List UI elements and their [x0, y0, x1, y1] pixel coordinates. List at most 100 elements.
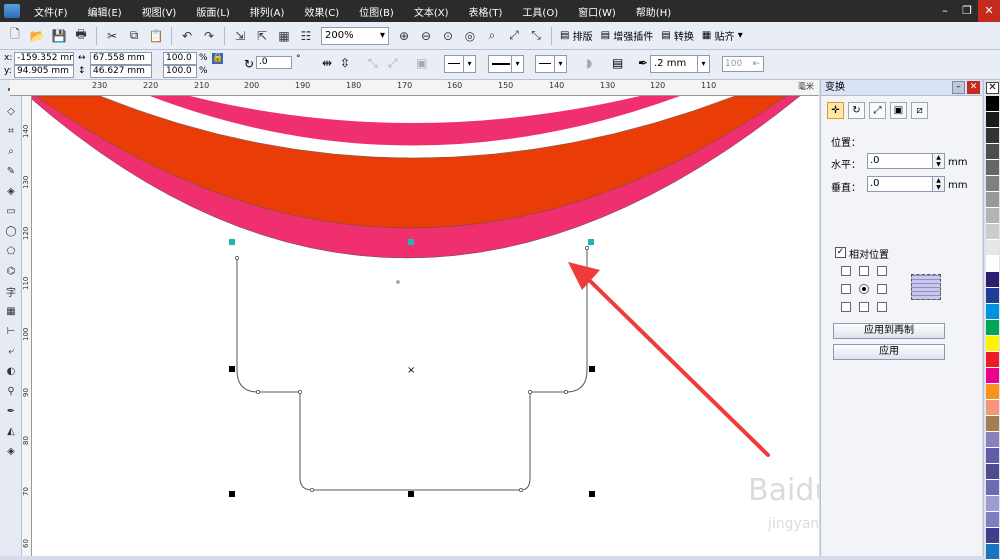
zoom-height-icon[interactable]: ⤡ [527, 27, 545, 45]
path-node[interactable] [528, 390, 532, 394]
color-swatch[interactable] [986, 192, 999, 208]
menu-file[interactable]: 文件(F) [24, 4, 78, 19]
color-swatch[interactable] [986, 160, 999, 176]
selection-handle[interactable] [589, 491, 595, 497]
zoom-page-icon[interactable]: ⌕ [483, 27, 501, 45]
anchor-cell[interactable] [841, 302, 851, 312]
anchor-cell[interactable] [841, 284, 851, 294]
basic-shapes-icon[interactable]: ⌬ [2, 262, 20, 280]
crop-tool-icon[interactable]: ⌗ [2, 122, 20, 140]
zoom-out-icon[interactable]: ⊖ [417, 27, 435, 45]
plugin-button[interactable]: ▤ 增强插件 [601, 28, 654, 43]
menu-view[interactable]: 视图(V) [132, 4, 187, 19]
control-handle[interactable] [588, 239, 594, 245]
minimize-docker-icon[interactable]: – [952, 81, 965, 94]
color-swatch[interactable] [986, 496, 999, 512]
wrap-text-icon[interactable]: ▤ [612, 56, 623, 70]
text-tool-icon[interactable]: 字 [2, 282, 20, 300]
arrange-button[interactable]: ▤ 排版 [560, 28, 593, 43]
mirror-vertical-icon[interactable]: ⇳ [340, 56, 350, 70]
zoom-tool-icon[interactable]: ⌕ [2, 142, 20, 160]
color-swatch[interactable] [986, 336, 999, 352]
line-start-select[interactable]: ▾ [444, 55, 476, 73]
y-position-field[interactable]: 94.905 mm [14, 65, 74, 78]
color-swatch[interactable] [986, 288, 999, 304]
color-swatch[interactable] [986, 512, 999, 528]
line-end-select[interactable]: ▾ [535, 55, 567, 73]
open-icon[interactable]: 📂 [28, 27, 46, 45]
app-launcher-icon[interactable]: ▦ [275, 27, 293, 45]
outline-tool-icon[interactable]: ✒ [2, 402, 20, 420]
mirror-horizontal-icon[interactable]: ⇹ [322, 56, 332, 70]
color-swatch[interactable] [986, 400, 999, 416]
welcome-icon[interactable]: ☷ [297, 27, 315, 45]
rotate-tab-icon[interactable]: ↻ [848, 102, 865, 119]
color-swatch[interactable] [986, 112, 999, 128]
anchor-cell[interactable] [841, 266, 851, 276]
path-node[interactable] [519, 488, 523, 492]
control-handle[interactable] [229, 239, 235, 245]
skew-tab-icon[interactable]: ⧄ [911, 102, 928, 119]
copy-icon[interactable]: ⧉ [125, 27, 143, 45]
color-swatch[interactable] [986, 368, 999, 384]
close-docker-icon[interactable]: ✕ [967, 81, 980, 94]
convert-button[interactable]: ▤ 转换 [661, 28, 694, 43]
table-tool-icon[interactable]: ▦ [2, 302, 20, 320]
drawing-canvas[interactable]: × Baidu 经验 jingyan.baidu.com [32, 96, 819, 556]
color-swatch[interactable] [986, 480, 999, 496]
color-swatch[interactable] [986, 224, 999, 240]
color-swatch[interactable] [986, 464, 999, 480]
close-icon[interactable]: ✕ [978, 0, 1000, 22]
control-handle[interactable] [408, 239, 414, 245]
selection-handle[interactable] [229, 491, 235, 497]
path-node[interactable] [585, 246, 589, 250]
parallel-dimension-icon[interactable]: ⊢ [2, 322, 20, 340]
color-swatch[interactable] [986, 256, 999, 272]
ellipse-tool-icon[interactable]: ◯ [2, 222, 20, 240]
color-swatch[interactable] [986, 320, 999, 336]
zoom-in-icon[interactable]: ⊕ [395, 27, 413, 45]
import-icon[interactable]: ⇲ [231, 27, 249, 45]
export-icon[interactable]: ⇱ [253, 27, 271, 45]
anchor-cell[interactable] [877, 302, 887, 312]
path-node[interactable] [298, 390, 302, 394]
snap-button[interactable]: ▦ 贴齐 ▾ [702, 28, 743, 43]
position-tab-icon[interactable]: ✛ [827, 102, 844, 119]
vertical-input[interactable]: .0 ▲ ▼ [867, 176, 945, 192]
path-node[interactable] [396, 280, 400, 284]
connector-icon[interactable]: ⤶ [2, 342, 20, 360]
selection-handle[interactable] [229, 366, 235, 372]
zoom-selected-icon[interactable]: ⊙ [439, 27, 457, 45]
color-swatch[interactable] [986, 96, 999, 112]
zoom-width-icon[interactable]: ⤢ [505, 27, 523, 45]
menu-tools[interactable]: 工具(O) [512, 4, 568, 19]
color-swatch[interactable] [986, 544, 999, 560]
menu-help[interactable]: 帮助(H) [626, 4, 681, 19]
color-swatch[interactable] [986, 240, 999, 256]
color-swatch[interactable] [986, 128, 999, 144]
rectangle-tool-icon[interactable]: ▭ [2, 202, 20, 220]
redo-icon[interactable]: ↷ [200, 27, 218, 45]
color-swatch[interactable] [986, 176, 999, 192]
anchor-cell[interactable] [877, 284, 887, 294]
menu-bitmaps[interactable]: 位图(B) [349, 4, 404, 19]
horizontal-input[interactable]: .0 ▲ ▼ [867, 153, 945, 169]
polygon-tool-icon[interactable]: ⬠ [2, 242, 20, 260]
color-swatch[interactable] [986, 144, 999, 160]
menu-effects[interactable]: 效果(C) [294, 4, 349, 19]
no-color-swatch[interactable]: ✕ [986, 82, 999, 94]
eyedropper-icon[interactable]: ⚲ [2, 382, 20, 400]
spin-arrows-icon[interactable]: ▲ ▼ [932, 177, 944, 191]
color-swatch[interactable] [986, 384, 999, 400]
color-swatch[interactable] [986, 352, 999, 368]
height-field[interactable]: 46.627 mm [90, 65, 152, 78]
selection-handle[interactable] [408, 491, 414, 497]
path-node[interactable] [310, 488, 314, 492]
path-node[interactable] [235, 256, 239, 260]
new-document-icon[interactable]: 🗋 [6, 27, 24, 45]
color-swatch[interactable] [986, 304, 999, 320]
apply-to-duplicate-button[interactable]: 应用到再制 [833, 323, 945, 339]
color-swatch[interactable] [986, 432, 999, 448]
color-swatch[interactable] [986, 448, 999, 464]
save-icon[interactable]: 💾 [50, 27, 68, 45]
